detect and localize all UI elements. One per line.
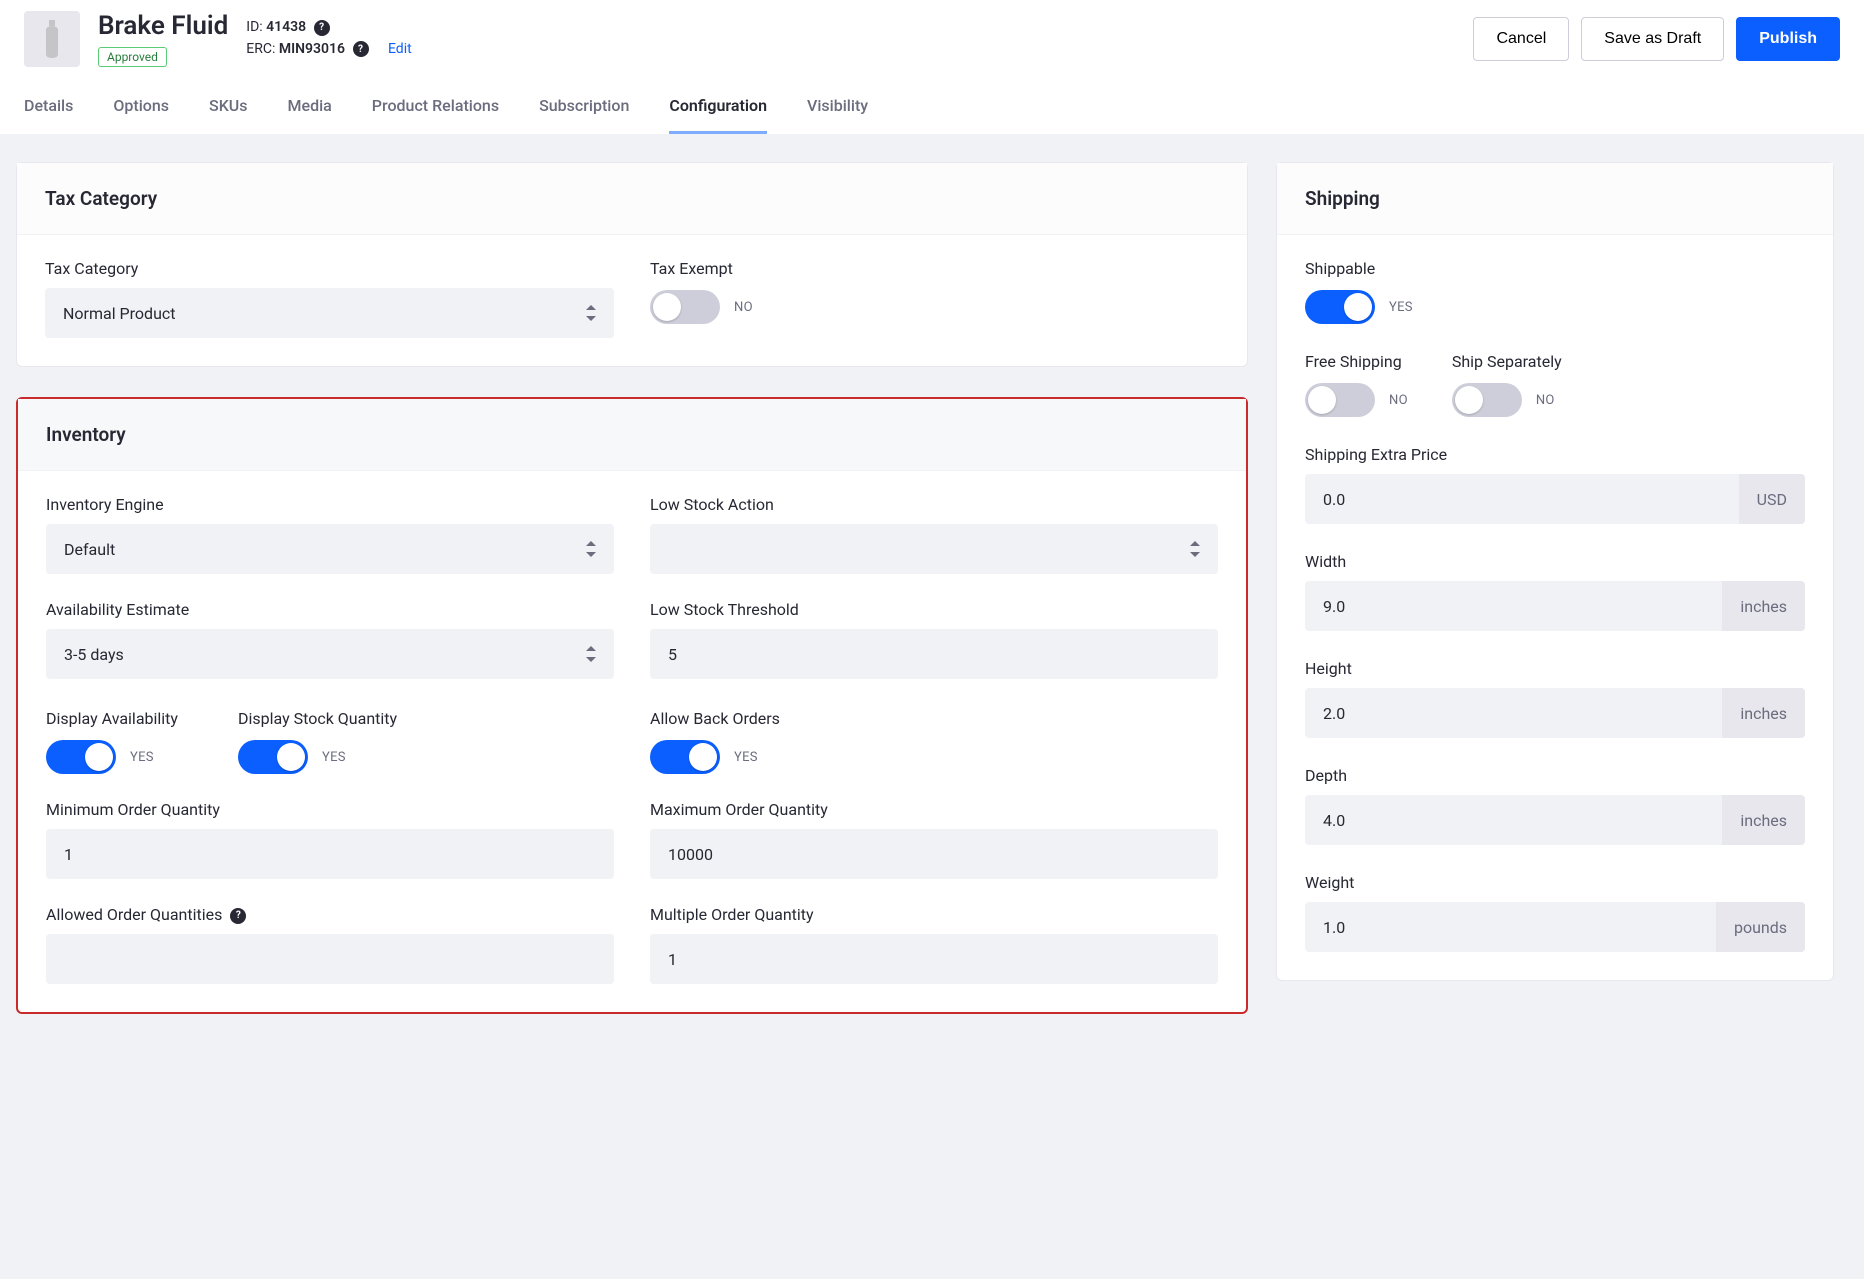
- availability-estimate-select[interactable]: 3-5 days: [46, 629, 614, 679]
- page-header: Brake Fluid Approved ID: 41438 ? ERC: MI…: [0, 0, 1864, 78]
- tabs-bar: Details Options SKUs Media Product Relat…: [0, 78, 1864, 134]
- product-title: Brake Fluid: [98, 11, 228, 41]
- unit-label: USD: [1739, 474, 1805, 524]
- inventory-engine-select[interactable]: Default: [46, 524, 614, 574]
- tab-configuration[interactable]: Configuration: [669, 79, 767, 134]
- allow-back-orders-toggle[interactable]: [650, 740, 720, 774]
- tab-skus[interactable]: SKUs: [209, 79, 248, 134]
- field-label: Tax Category: [45, 259, 614, 278]
- free-shipping-toggle[interactable]: [1305, 383, 1375, 417]
- unit-label: inches: [1722, 795, 1805, 845]
- min-order-qty-input[interactable]: 1: [46, 829, 614, 879]
- bottle-icon: [41, 20, 63, 58]
- panel-title: Inventory: [18, 399, 1246, 471]
- weight-input[interactable]: 1.0: [1305, 902, 1716, 952]
- panel-title: Tax Category: [17, 163, 1247, 235]
- depth-input[interactable]: 4.0: [1305, 795, 1722, 845]
- sort-arrows-icon: [586, 541, 596, 557]
- sort-arrows-icon: [586, 646, 596, 662]
- help-icon[interactable]: ?: [314, 20, 330, 36]
- max-order-qty-input[interactable]: 10000: [650, 829, 1218, 879]
- shippable-toggle[interactable]: [1305, 290, 1375, 324]
- shipping-panel: Shipping Shippable YES Free Shipping: [1276, 162, 1834, 981]
- unit-label: inches: [1722, 581, 1805, 631]
- multiple-order-qty-input[interactable]: 1: [650, 934, 1218, 984]
- tax-category-panel: Tax Category Tax Category Normal Product…: [16, 162, 1248, 367]
- allowed-order-qty-input[interactable]: [46, 934, 614, 984]
- publish-button[interactable]: Publish: [1736, 17, 1840, 61]
- tab-product-relations[interactable]: Product Relations: [372, 79, 499, 134]
- tax-exempt-toggle[interactable]: [650, 290, 720, 324]
- tab-subscription[interactable]: Subscription: [539, 79, 629, 134]
- low-stock-threshold-input[interactable]: 5: [650, 629, 1218, 679]
- help-icon[interactable]: ?: [230, 908, 246, 924]
- width-input[interactable]: 9.0: [1305, 581, 1722, 631]
- shipping-extra-price-input[interactable]: 0.0: [1305, 474, 1739, 524]
- display-stock-quantity-toggle[interactable]: [238, 740, 308, 774]
- unit-label: pounds: [1716, 902, 1805, 952]
- help-icon[interactable]: ?: [353, 41, 369, 57]
- inventory-panel: Inventory Inventory Engine Default Low S…: [16, 397, 1248, 1014]
- low-stock-action-select[interactable]: [650, 524, 1218, 574]
- save-draft-button[interactable]: Save as Draft: [1581, 17, 1724, 61]
- unit-label: inches: [1722, 688, 1805, 738]
- status-badge: Approved: [98, 47, 167, 67]
- tab-visibility[interactable]: Visibility: [807, 79, 868, 134]
- sort-arrows-icon: [1190, 541, 1200, 557]
- product-erc: MIN93016: [279, 41, 345, 57]
- tab-options[interactable]: Options: [113, 79, 169, 134]
- height-input[interactable]: 2.0: [1305, 688, 1722, 738]
- edit-link[interactable]: Edit: [388, 41, 412, 57]
- product-meta: ID: 41438 ? ERC: MIN93016 ? Edit: [246, 17, 411, 60]
- cancel-button[interactable]: Cancel: [1473, 17, 1569, 61]
- ship-separately-toggle[interactable]: [1452, 383, 1522, 417]
- panel-title: Shipping: [1277, 163, 1833, 235]
- product-id: 41438: [266, 19, 306, 35]
- tab-details[interactable]: Details: [24, 79, 73, 134]
- display-availability-toggle[interactable]: [46, 740, 116, 774]
- sort-arrows-icon: [586, 305, 596, 321]
- toggle-state: NO: [734, 300, 753, 315]
- tax-category-select[interactable]: Normal Product: [45, 288, 614, 338]
- tab-media[interactable]: Media: [288, 79, 332, 134]
- product-thumbnail: [24, 11, 80, 67]
- field-label: Tax Exempt: [650, 259, 1219, 278]
